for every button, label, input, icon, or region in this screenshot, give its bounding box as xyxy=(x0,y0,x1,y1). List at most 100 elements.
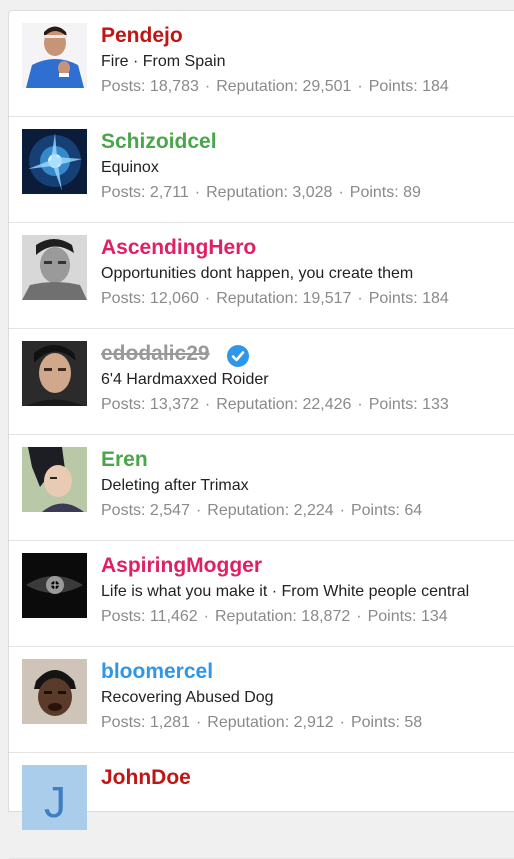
tennis-player-photo-icon xyxy=(22,23,87,88)
user-title: Fire · From Spain xyxy=(101,53,226,70)
verified-badge-icon xyxy=(227,345,249,367)
separator: · xyxy=(338,184,344,201)
member-row: edodalic29 6'4 Hardmaxxed Roider Posts: … xyxy=(9,329,514,435)
points-value: 184 xyxy=(422,78,449,95)
points-label: Points: xyxy=(368,290,418,307)
user-title: Opportunities dont happen, you create th… xyxy=(101,265,414,282)
user-stats: Posts: 18,783 · Reputation: 29,501 · Points:… xyxy=(101,78,449,96)
reputation-value: 2,912 xyxy=(293,714,334,731)
points-value: 133 xyxy=(422,396,449,413)
points-label: Points: xyxy=(368,396,418,413)
points-label: Points: xyxy=(350,714,400,731)
member-list: Pendejo Fire · From Spain Posts: 18,783 ·… xyxy=(8,10,514,859)
points-value: 89 xyxy=(403,184,421,201)
separator: · xyxy=(357,290,363,307)
username-link[interactable]: Pendejo xyxy=(101,23,183,49)
member-row: bloomercel Recovering Abused Dog Posts: … xyxy=(9,647,514,753)
separator: · xyxy=(339,714,345,731)
reputation-label: Reputation: xyxy=(206,184,288,201)
user-title: Equinox xyxy=(101,159,159,176)
man-with-durag-icon xyxy=(22,659,87,724)
posts-value: 18,783 xyxy=(149,78,199,95)
points-value: 134 xyxy=(420,608,448,625)
blue-energy-art-icon xyxy=(22,129,87,194)
username-link[interactable]: AscendingHero xyxy=(101,235,256,261)
dark-eye-closeup-icon xyxy=(22,553,87,618)
username-link[interactable]: JohnDoe xyxy=(101,765,191,791)
avatar[interactable] xyxy=(22,23,87,88)
member-row: Pendejo Fire · From Spain Posts: 18,783 ·… xyxy=(9,11,514,117)
points-label: Points: xyxy=(367,608,417,625)
user-stats: Posts: 11,462 · Reputation: 18,872 · Points:… xyxy=(101,608,448,626)
points-label: Points: xyxy=(349,184,399,201)
anime-character-icon xyxy=(22,447,87,512)
posts-value: 1,281 xyxy=(149,714,190,731)
user-title: Deleting after Trimax xyxy=(101,477,249,494)
posts-value: 2,711 xyxy=(149,184,189,201)
user-title: Recovering Abused Dog xyxy=(101,689,274,706)
reputation-label: Reputation: xyxy=(207,714,290,731)
posts-value: 2,547 xyxy=(149,502,190,519)
separator: · xyxy=(204,78,211,95)
avatar[interactable] xyxy=(22,553,87,618)
username-link[interactable]: Eren xyxy=(101,447,148,473)
user-stats: Posts: 1,281 · Reputation: 2,912 · Points: 5… xyxy=(101,714,422,732)
separator: · xyxy=(194,184,201,201)
male-model-portrait-icon xyxy=(22,341,87,406)
points-value: 64 xyxy=(404,502,423,519)
reputation-value: 3,028 xyxy=(292,184,333,201)
user-stats: Posts: 2,711 · Reputation: 3,028 · Points: 8… xyxy=(101,184,421,202)
separator: · xyxy=(204,290,211,307)
posts-label: Posts: xyxy=(101,396,146,413)
reputation-value: 29,501 xyxy=(302,78,352,95)
reputation-label: Reputation: xyxy=(216,290,299,307)
separator: · xyxy=(356,608,362,625)
reputation-value: 18,872 xyxy=(301,608,351,625)
reputation-value: 2,224 xyxy=(293,502,334,519)
posts-value: 12,060 xyxy=(149,290,199,307)
posts-label: Posts: xyxy=(101,502,146,519)
posts-label: Posts: xyxy=(101,78,146,95)
posts-value: 11,462 xyxy=(149,608,198,625)
user-title: 6'4 Hardmaxxed Roider xyxy=(101,371,269,388)
points-label: Points: xyxy=(368,78,418,95)
avatar[interactable] xyxy=(22,447,87,512)
separator: · xyxy=(204,396,211,413)
separator: · xyxy=(357,78,363,95)
member-row: Eren Deleting after Trimax Posts: 2,547 ·… xyxy=(9,435,514,541)
username-link[interactable]: edodalic29 xyxy=(101,341,210,367)
user-stats: Posts: 2,547 · Reputation: 2,224 · Points: 6… xyxy=(101,502,422,520)
user-title: Life is what you make it · From White pe… xyxy=(101,583,470,600)
username-link[interactable]: bloomercel xyxy=(101,659,213,685)
avatar[interactable] xyxy=(22,341,87,406)
avatar[interactable] xyxy=(22,235,87,300)
username-link[interactable]: Schizoidcel xyxy=(101,129,217,155)
avatar[interactable] xyxy=(22,129,87,194)
username-link[interactable]: AspiringMogger xyxy=(101,553,262,579)
posts-label: Posts: xyxy=(101,290,146,307)
posts-label: Posts: xyxy=(101,714,146,731)
bw-male-portrait-icon xyxy=(22,235,87,300)
avatar-letter: J xyxy=(44,778,66,827)
separator: · xyxy=(357,396,363,413)
posts-label: Posts: xyxy=(101,184,146,201)
member-row: J JohnDoe xyxy=(9,753,514,859)
user-stats: Posts: 13,372 · Reputation: 22,426 · Points:… xyxy=(101,396,449,414)
reputation-value: 22,426 xyxy=(302,396,352,413)
reputation-label: Reputation: xyxy=(216,396,299,413)
avatar[interactable] xyxy=(22,659,87,724)
member-row: AscendingHero Opportunities dont happen,… xyxy=(9,223,514,329)
separator: · xyxy=(339,502,345,519)
reputation-label: Reputation: xyxy=(216,78,299,95)
posts-label: Posts: xyxy=(101,608,146,625)
reputation-label: Reputation: xyxy=(207,502,290,519)
points-value: 184 xyxy=(422,290,449,307)
points-label: Points: xyxy=(350,502,400,519)
user-stats: Posts: 12,060 · Reputation: 19,517 · Points:… xyxy=(101,290,449,308)
reputation-label: Reputation: xyxy=(215,608,297,625)
points-value: 58 xyxy=(404,714,423,731)
reputation-value: 19,517 xyxy=(302,290,352,307)
separator: · xyxy=(195,502,202,519)
separator: · xyxy=(195,714,202,731)
separator: · xyxy=(203,608,209,625)
